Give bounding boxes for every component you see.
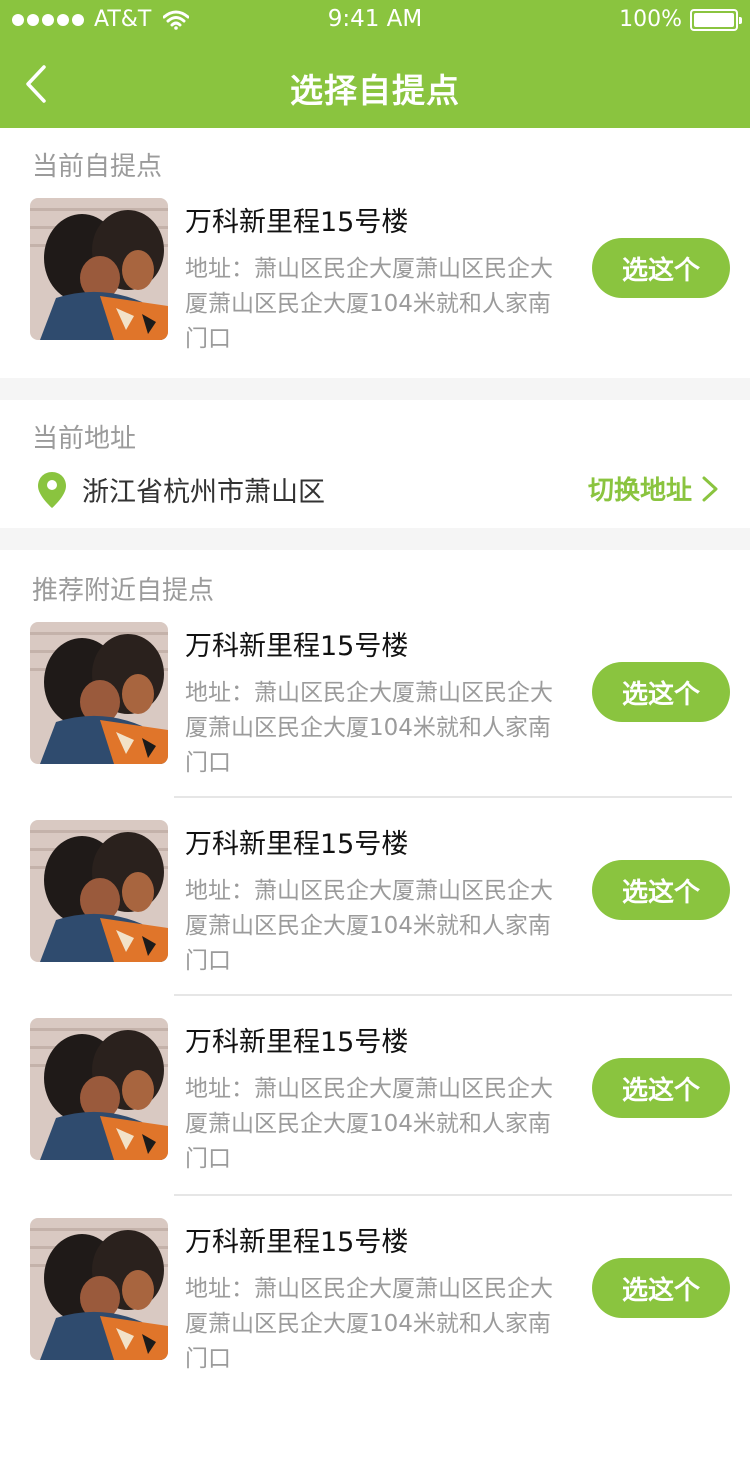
status-bar: AT&T 9:41 AM 100% [0,0,750,40]
section-separator [0,378,750,400]
nav-bar: 选择自提点 [0,40,750,128]
pickup-title: 万科新里程15号楼 [185,829,409,860]
current-address-value: 浙江省杭州市萧山区 [82,477,325,508]
current-address-row: 浙江省杭州市萧山区 切换地址 [0,470,750,510]
pickup-title: 万科新里程15号楼 [185,207,409,238]
pickup-thumbnail [30,1218,168,1360]
chevron-right-icon [702,476,718,501]
switch-address-label: 切换地址 [587,476,692,506]
pickup-address: 地址：萧山区民企大厦萧山区民企大厦萧山区民企大厦104米就和人家南门口 [185,256,553,352]
pickup-address: 地址：萧山区民企大厦萧山区民企大厦萧山区民企大厦104米就和人家南门口 [185,878,553,974]
photo-thumbnail [30,198,168,340]
pickup-address: 地址：萧山区民企大厦萧山区民企大厦萧山区民企大厦104米就和人家南门口 [185,1276,553,1372]
location-pin-icon [38,472,66,508]
section-separator [0,528,750,550]
battery-percent: 100% [619,7,682,32]
pickup-thumbnail [30,1018,168,1160]
nearby-item: 万科新里程15号楼 地址：萧山区民企大厦萧山区民企大厦萧山区民企大厦104米就和… [0,1218,750,1378]
nearby-item: 万科新里程15号楼 地址：萧山区民企大厦萧山区民企大厦萧山区民企大厦104米就和… [0,1018,750,1178]
item-divider [174,994,732,996]
switch-address-button[interactable]: 切换地址 [588,470,720,507]
current-pickup-item: 万科新里程15号楼 地址：萧山区民企大厦萧山区民企大厦萧山区民企大厦104米就和… [0,198,750,358]
pickup-address: 地址：萧山区民企大厦萧山区民企大厦萧山区民企大厦104米就和人家南门口 [185,680,553,776]
page-title: 选择自提点 [290,71,460,110]
select-button[interactable]: 选这个 [592,1258,730,1318]
current-address-label: 当前地址 [32,424,137,454]
app-header: AT&T 9:41 AM 100% 选择自提点 [0,0,750,128]
item-divider [174,1194,732,1196]
pickup-title: 万科新里程15号楼 [185,631,409,662]
select-button[interactable]: 选这个 [592,1058,730,1118]
battery-icon [690,8,742,31]
item-divider [174,796,732,798]
nearby-item: 万科新里程15号楼 地址：萧山区民企大厦萧山区民企大厦萧山区民企大厦104米就和… [0,820,750,980]
select-button[interactable]: 选这个 [592,238,730,298]
pickup-thumbnail [30,198,168,340]
pickup-thumbnail [30,622,168,764]
status-right: 100% [619,7,742,32]
photo-thumbnail [30,820,168,962]
photo-thumbnail [30,1018,168,1160]
current-pickup-label: 当前自提点 [32,152,163,182]
nearby-label: 推荐附近自提点 [32,576,215,606]
nearby-item: 万科新里程15号楼 地址：萧山区民企大厦萧山区民企大厦萧山区民企大厦104米就和… [0,622,750,782]
photo-thumbnail [30,622,168,764]
pickup-address: 地址：萧山区民企大厦萧山区民企大厦萧山区民企大厦104米就和人家南门口 [185,1076,553,1172]
pickup-title: 万科新里程15号楼 [185,1027,409,1058]
photo-thumbnail [30,1218,168,1360]
pickup-title: 万科新里程15号楼 [185,1227,409,1258]
pickup-thumbnail [30,820,168,962]
select-button[interactable]: 选这个 [592,662,730,722]
select-button[interactable]: 选这个 [592,860,730,920]
